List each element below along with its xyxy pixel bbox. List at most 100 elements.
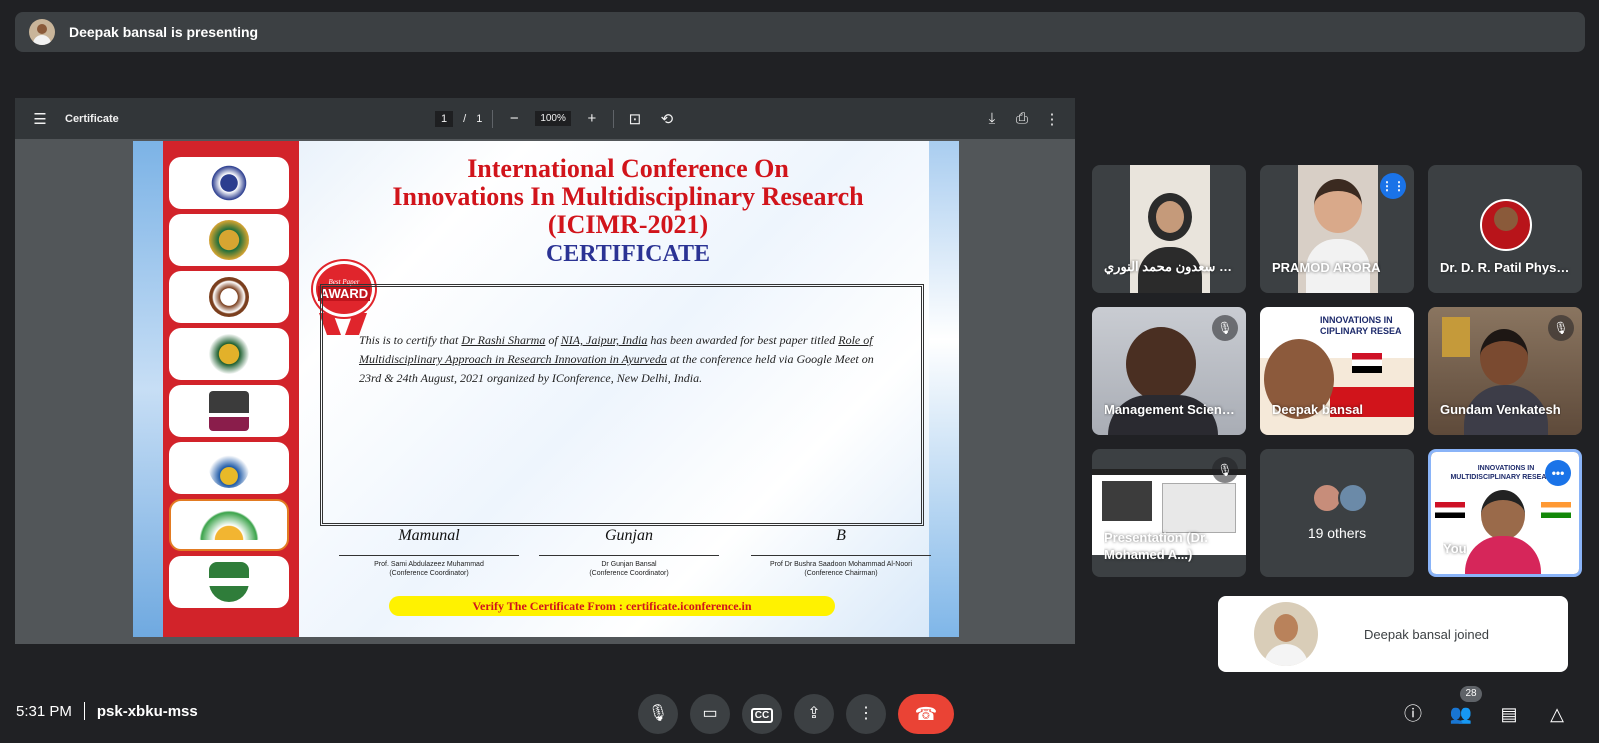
activities-icon: △ <box>1550 704 1564 724</box>
leave-call-button[interactable]: ☎ <box>898 694 954 734</box>
participant-face <box>1480 329 1528 385</box>
more-vert-icon[interactable]: ⋮ <box>1041 110 1063 128</box>
activities-button[interactable]: △ <box>1541 698 1573 730</box>
present-screen-icon: ⇪ <box>807 705 821 722</box>
fit-page-icon[interactable]: ⊡ <box>624 110 646 128</box>
verify-banner: Verify The Certificate From : certificat… <box>389 596 835 616</box>
people-icon: 👥 <box>1449 704 1473 724</box>
present-button[interactable]: ⇪ <box>794 694 834 734</box>
people-button[interactable]: 👥 <box>1445 698 1477 730</box>
signatory-name: Prof. Sami Abdulazeez Muhammad <box>374 561 484 568</box>
participant-tile[interactable]: ی سعدون محمد النوري... <box>1092 165 1246 293</box>
background-frame <box>1442 317 1470 357</box>
join-notification: Deepak bansal joined <box>1218 596 1568 672</box>
toolbar-divider <box>612 109 614 128</box>
signatory-role: (Conference Coordinator) <box>589 570 669 577</box>
pdf-page-controls: 1 / 1 − 100% + ⊡ ⟲ <box>435 98 678 139</box>
chat-button[interactable]: ▤ <box>1493 698 1525 730</box>
signature-block: Gunjan Dr Gunjan Bansal (Conference Coor… <box>539 528 719 578</box>
signature-block: Mamunal Prof. Sami Abdulazeez Muhammad (… <box>339 528 519 578</box>
partner-logo <box>169 328 289 380</box>
pdf-toolbar: ☰ Certificate 1 / 1 − 100% + ⊡ ⟲ ⤓ ⎙ ⋮ <box>15 98 1075 139</box>
partner-logo <box>169 556 289 608</box>
partner-logo <box>169 499 289 551</box>
page-number-input[interactable]: 1 <box>435 110 454 127</box>
meeting-details-button[interactable]: ⓘ <box>1397 698 1429 730</box>
participant-name: Management Science <box>1104 402 1236 417</box>
participant-tile[interactable]: Dr. D. R. Patil Physics <box>1428 165 1582 293</box>
participant-name: Dr. D. R. Patil Physics <box>1440 260 1572 275</box>
recipient-name: Dr Rashi Sharma <box>461 333 546 347</box>
captions-icon: CC <box>750 708 774 723</box>
notification-text: Deepak bansal joined <box>1364 626 1490 642</box>
presenting-text: Deepak bansal is presenting <box>69 24 259 40</box>
zoom-out-button[interactable]: − <box>503 110 525 127</box>
certificate-title-line: International Conference On <box>467 154 789 183</box>
shared-screen: ☰ Certificate 1 / 1 − 100% + ⊡ ⟲ ⤓ ⎙ ⋮ I… <box>15 98 1075 644</box>
participant-name: ی سعدون محمد النوري... <box>1104 259 1236 274</box>
more-vert-icon: ⋮ <box>858 705 874 722</box>
menu-icon[interactable]: ☰ <box>29 110 51 128</box>
joiner-avatar <box>1254 602 1318 666</box>
background-text: INNOVATIONS IN CIPLINARY RESEA <box>1320 315 1402 336</box>
more-options-button[interactable]: ⋮ <box>846 694 886 734</box>
decorative-band <box>133 141 167 637</box>
rotate-icon[interactable]: ⟲ <box>656 110 678 128</box>
camera-button[interactable]: ▭ <box>690 694 730 734</box>
certificate-heading: CERTIFICATE <box>545 241 711 267</box>
participant-name: Presentation (Dr. Mohamed A...) <box>1104 530 1209 562</box>
participant-tile[interactable]: INNOVATIONS IN CIPLINARY RESEA Deepak ban… <box>1260 307 1414 435</box>
body-text: has been awarded for best paper titled <box>647 333 839 347</box>
partner-logo <box>169 214 289 266</box>
participant-face <box>1126 327 1196 401</box>
logo-column <box>169 157 293 613</box>
download-icon[interactable]: ⤓ <box>981 110 1003 127</box>
signatory-role: (Conference Coordinator) <box>389 570 469 577</box>
certificate-title-line: Innovations In Multidisciplinary Researc… <box>392 182 864 211</box>
decorative-band <box>929 141 959 637</box>
camera-icon: ▭ <box>702 705 718 722</box>
participant-tile[interactable]: 🎙 Presentation (Dr. Mohamed A...) <box>1092 449 1246 577</box>
toolbar-divider <box>492 109 494 128</box>
certificate-title: International Conference On Innovations … <box>323 155 933 239</box>
preview-window <box>1102 481 1152 521</box>
partner-logo <box>169 385 289 437</box>
participant-name: PRAMOD ARORA <box>1272 260 1381 275</box>
page-separator: / <box>463 112 467 125</box>
microphone-button[interactable]: 🎙 <box>638 694 678 734</box>
preview-window <box>1162 483 1236 533</box>
meeting-code[interactable]: psk-xbku-mss <box>97 703 198 720</box>
participant-tile[interactable]: ⋮⋮ PRAMOD ARORA <box>1260 165 1414 293</box>
others-tile[interactable]: 19 others <box>1260 449 1414 577</box>
meeting-info: 5:31 PM psk-xbku-mss <box>16 702 198 720</box>
partner-logo <box>169 442 289 494</box>
signature-script: B <box>836 527 846 544</box>
signature-line <box>539 555 719 556</box>
avatar <box>1338 483 1368 513</box>
signature-line <box>339 555 519 556</box>
self-tile[interactable]: INNOVATIONS IN MULTIDISCIPLINARY RESEARCH… <box>1428 449 1582 577</box>
participant-face <box>1148 193 1192 241</box>
flag-image <box>1541 502 1571 518</box>
flag-image <box>1435 502 1465 518</box>
participant-name: Deepak bansal <box>1272 402 1364 417</box>
participant-face <box>1314 179 1362 233</box>
signatory-name: Prof Dr Bushra Saadoon Mohammad Al-Noori <box>769 561 912 568</box>
chat-icon: ▤ <box>1500 704 1518 724</box>
participant-tile[interactable]: 🎙 Gundam Venkatesh <box>1428 307 1582 435</box>
participant-name: Gundam Venkatesh <box>1440 402 1561 417</box>
print-icon[interactable]: ⎙ <box>1011 110 1033 127</box>
captions-button[interactable]: CC <box>742 694 782 734</box>
participant-tile[interactable]: 🎙 Management Science <box>1092 307 1246 435</box>
pdf-title: Certificate <box>65 112 119 125</box>
zoom-input[interactable]: 100% <box>535 111 571 126</box>
certificate-border <box>320 284 924 526</box>
participant-face <box>1481 490 1525 540</box>
info-icon: ⓘ <box>1404 704 1422 724</box>
more-options-icon[interactable]: ••• <box>1545 460 1571 486</box>
pdf-actions: ⤓ ⎙ ⋮ <box>981 98 1063 139</box>
partner-logo <box>169 157 289 209</box>
participant-name: You <box>1443 541 1467 556</box>
recipient-institution: NIA, Jaipur, India <box>560 333 648 347</box>
zoom-in-button[interactable]: + <box>581 110 603 127</box>
